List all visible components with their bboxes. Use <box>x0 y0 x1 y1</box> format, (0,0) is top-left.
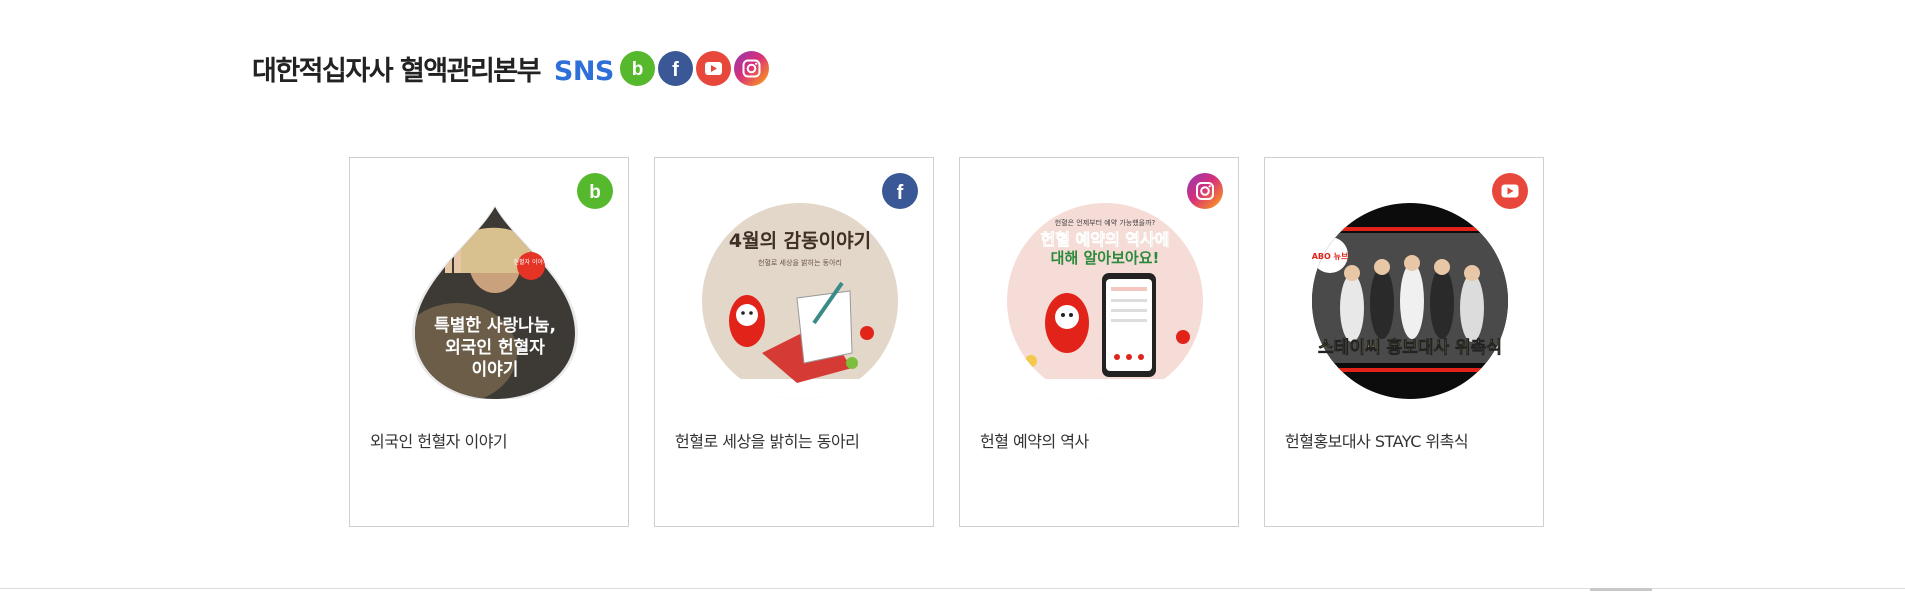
thumb-subtitle: 헌혈로 세상을 밝히는 동아리 <box>758 258 842 267</box>
blog-thumbnail: 헌혈자 이야기 특별한 사랑나눔, 외국인 헌혈자 이야기 <box>412 205 578 399</box>
thumb-line-1: 헌혈 예약의 역사에 <box>1041 230 1170 249</box>
facebook-icon[interactable]: f <box>657 50 693 86</box>
blog-icon[interactable]: b <box>619 50 655 86</box>
title-text: 대한적십자사 혈액관리본부 <box>252 55 541 87</box>
facebook-thumbnail: 4월의 감동이야기 헌혈로 세상을 밝히는 동아리 <box>702 203 898 399</box>
sns-card-facebook[interactable]: f 4월의 감동이야기 헌혈로 세상을 밝히는 동아리 헌혈로 세상을 밝히는 … <box>654 157 934 527</box>
thumb-subtitle: 헌혈은 언제부터 예약 가능했을까? <box>1055 218 1156 227</box>
page-title: 대한적십자사 혈액관리본부 SNS <box>252 49 614 88</box>
instagram-thumbnail: 헌혈은 언제부터 예약 가능했을까? 헌혈 예약의 역사에 대해 알아보아요! <box>1007 203 1203 399</box>
sticker-text: 헌혈자 이야기 <box>513 258 548 266</box>
card-caption[interactable]: 헌혈로 세상을 밝히는 동아리 <box>675 428 860 452</box>
sns-card-list: b 헌혈자 이야기 특별한 사랑나눔, 외국인 헌혈자 이야기 외국인 헌혈자 … <box>349 157 1544 527</box>
sns-card-blog[interactable]: b 헌혈자 이야기 특별한 사랑나눔, 외국인 헌혈자 이야기 외국인 헌혈자 … <box>349 157 629 527</box>
svg-text:f: f <box>672 59 679 81</box>
sns-icon-row: b f <box>619 50 769 86</box>
sns-header: 대한적십자사 혈액관리본부 SNS b f <box>252 48 769 88</box>
svg-text:f: f <box>897 182 904 204</box>
sns-card-youtube[interactable]: ABO 뉴브 스테이씨 홍보대사 위촉식 헌혈홍보대사 STAYC 위촉식 <box>1264 157 1544 527</box>
svg-text:b: b <box>589 182 601 203</box>
youtube-icon[interactable] <box>695 50 731 86</box>
thumb-line-2: 대해 알아보아요! <box>1051 249 1160 267</box>
youtube-thumbnail: ABO 뉴브 스테이씨 홍보대사 위촉식 <box>1312 203 1508 399</box>
card-caption[interactable]: 헌혈 예약의 역사 <box>980 428 1089 452</box>
card-caption[interactable]: 외국인 헌혈자 이야기 <box>370 428 508 452</box>
thumb-line-2: 외국인 헌혈자 <box>445 337 545 358</box>
thumb-badge: ABO 뉴브 <box>1312 252 1349 261</box>
thumb-line-3: 이야기 <box>472 360 519 380</box>
thumb-title: 4월의 감동이야기 <box>729 230 871 252</box>
instagram-icon[interactable] <box>733 50 769 86</box>
card-caption[interactable]: 헌혈홍보대사 STAYC 위촉식 <box>1285 428 1469 452</box>
svg-text:b: b <box>632 59 644 80</box>
scrollbar-thumb[interactable] <box>1590 588 1652 591</box>
thumb-line-1: 특별한 사랑나눔, <box>434 316 556 336</box>
sns-label: SNS <box>553 55 615 87</box>
thumb-title: 스테이씨 홍보대사 위촉식 <box>1318 337 1502 358</box>
sns-card-instagram[interactable]: 헌혈은 언제부터 예약 가능했을까? 헌혈 예약의 역사에 대해 알아보아요! … <box>959 157 1239 527</box>
